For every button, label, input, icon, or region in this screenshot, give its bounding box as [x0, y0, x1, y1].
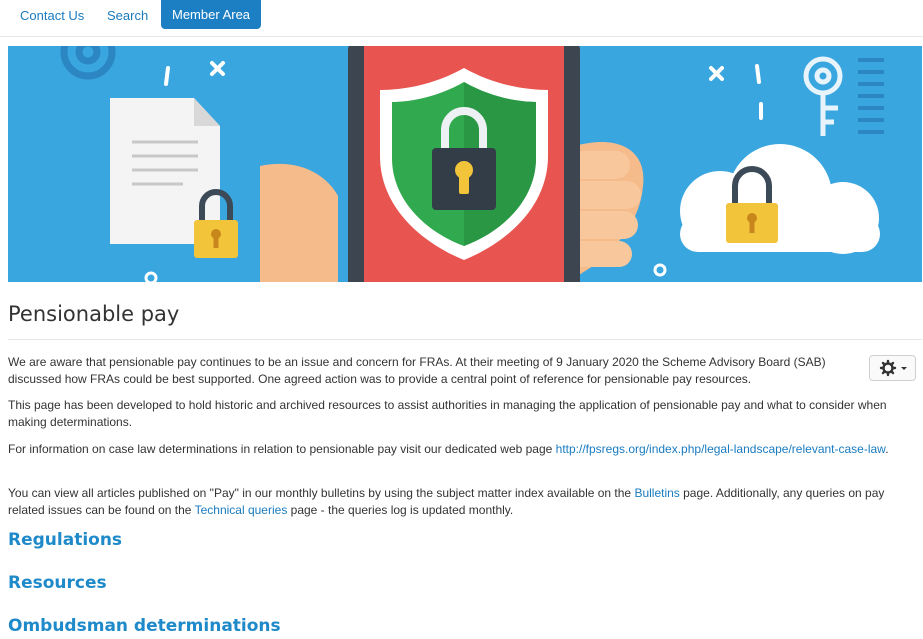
case-law-link[interactable]: http://fpsregs.org/index.php/legal-lands…	[556, 442, 886, 456]
case-law-end: .	[885, 442, 889, 456]
case-law-paragraph: For information on case law determinatio…	[8, 441, 920, 458]
case-law-text: For information on case law determinatio…	[8, 442, 556, 456]
search-link[interactable]: Search	[107, 8, 148, 23]
caret-down-icon	[901, 367, 907, 370]
page-options-button[interactable]	[869, 355, 916, 381]
top-navigation: Contact Us Search Member Area	[0, 0, 923, 37]
section-resources[interactable]: Resources	[8, 573, 107, 593]
title-divider	[8, 339, 922, 340]
bulletins-link[interactable]: Bulletins	[634, 486, 679, 500]
bulletins-paragraph: You can view all articles published on "…	[8, 485, 920, 519]
member-area-button[interactable]: Member Area	[161, 0, 262, 29]
technical-queries-link[interactable]: Technical queries	[195, 503, 288, 517]
gear-icon	[879, 359, 897, 377]
bulletins-text-a: You can view all articles published on "…	[8, 486, 635, 500]
intro-paragraph: We are aware that pensionable pay contin…	[8, 355, 826, 386]
section-regulations[interactable]: Regulations	[8, 530, 122, 550]
page-title: Pensionable pay	[8, 302, 180, 326]
purpose-paragraph: This page has been developed to hold his…	[8, 398, 887, 429]
bulletins-text-c: page - the queries log is updated monthl…	[287, 503, 514, 517]
section-ombudsman-determinations[interactable]: Ombudsman determinations	[8, 616, 281, 636]
contact-us-link[interactable]: Contact Us	[20, 8, 84, 23]
security-banner-image	[8, 46, 922, 282]
